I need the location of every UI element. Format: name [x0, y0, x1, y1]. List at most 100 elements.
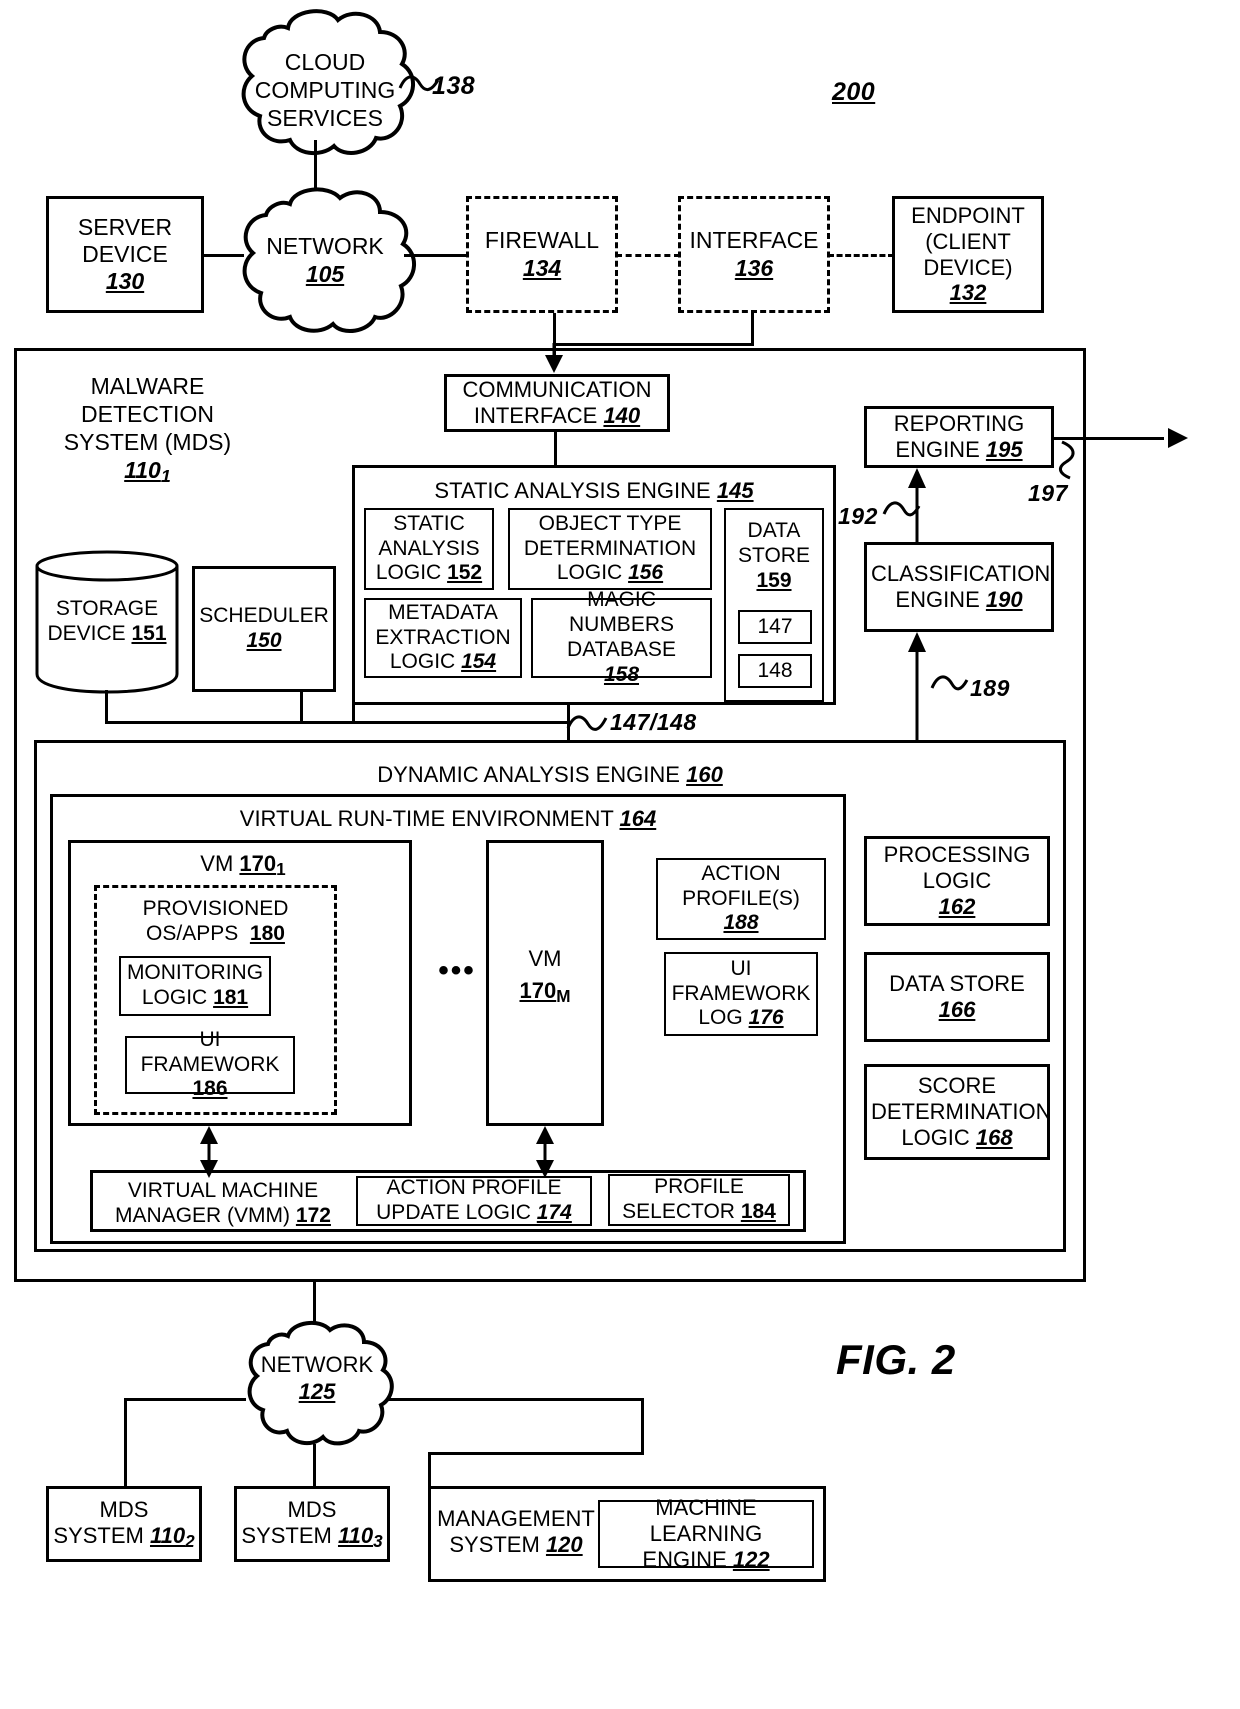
- server-device-box[interactable]: SERVER DEVICE 130: [46, 196, 204, 313]
- monitoring-logic-box[interactable]: MONITORING LOGIC 181: [119, 956, 271, 1016]
- processing-logic-box[interactable]: PROCESSING LOGIC 162: [864, 836, 1050, 926]
- action-profiles-label: ACTION PROFILE(S) 188: [658, 862, 824, 936]
- scheduler-box[interactable]: SCHEDULER 150: [192, 566, 336, 692]
- interface-box[interactable]: INTERFACE 136: [678, 196, 830, 313]
- vm1-num: 1701: [239, 851, 285, 879]
- action-profile-update-logic-box[interactable]: ACTION PROFILE UPDATE LOGIC 174: [356, 1176, 592, 1226]
- pl-num: 162: [938, 893, 976, 919]
- vmM-num-base: 170: [519, 977, 557, 1003]
- ml-engine-label: MACHINE LEARNING ENGINE 122: [600, 1495, 812, 1573]
- provisioned-os-apps-box[interactable]: PROVISIONED OS/APPS 180 MONITORING LOGIC…: [94, 885, 337, 1115]
- action-profiles-box[interactable]: ACTION PROFILE(S) 188: [656, 858, 826, 940]
- mle-line1: MACHINE LEARNING: [649, 1495, 763, 1547]
- classification-engine-box[interactable]: CLASSIFICATION ENGINE 190: [864, 542, 1054, 632]
- endpoint-line1: ENDPOINT: [911, 202, 1025, 228]
- mel-line2: EXTRACTION: [375, 625, 511, 649]
- static-analysis-engine-title: STATIC ANALYSIS ENGINE 145: [352, 478, 836, 505]
- endpoint-label: ENDPOINT (CLIENT DEVICE) 132: [895, 203, 1041, 307]
- prov-num: 180: [249, 922, 285, 946]
- vmm-line1: VIRTUAL MACHINE: [127, 1179, 319, 1202]
- data-store-item-148[interactable]: 148: [738, 654, 812, 688]
- mnd-line3: DATABASE: [567, 638, 676, 661]
- ui-framework-log-box[interactable]: UI FRAMEWORK LOG 176: [664, 952, 818, 1036]
- storage-device-cylinder[interactable]: STORAGE DEVICE 151: [34, 548, 180, 694]
- mds-system-110-3-box[interactable]: MDS SYSTEM 1103: [234, 1486, 390, 1562]
- uifl-num: 176: [748, 1006, 784, 1030]
- provisioned-os-apps-label: PROVISIONED OS/APPS 180: [97, 896, 334, 946]
- uif-line1: UI FRAMEWORK: [140, 1027, 280, 1076]
- object-type-determination-logic-box[interactable]: OBJECT TYPE DETERMINATION LOGIC 156: [508, 508, 712, 590]
- score-logic-label: SCORE DETERMINATION LOGIC 168: [867, 1073, 1051, 1151]
- management-drop-line: [428, 1452, 431, 1488]
- vm-170-1-box[interactable]: VM 1701 PROVISIONED OS/APPS 180 MONITORI…: [68, 840, 412, 1126]
- vmm-label: VIRTUAL MACHINE MANAGER (VMM) 172: [98, 1178, 348, 1228]
- endpoint-client-device-box[interactable]: ENDPOINT (CLIENT DEVICE) 132: [892, 196, 1044, 313]
- mgmt-line1: MANAGEMENT: [437, 1506, 595, 1531]
- uifl-line3: LOG: [698, 1006, 743, 1030]
- machine-learning-engine-box[interactable]: MACHINE LEARNING ENGINE 122: [598, 1495, 814, 1572]
- mds-title-line2: DETECTION: [81, 401, 214, 428]
- communication-interface-box[interactable]: COMMUNICATION INTERFACE 140: [444, 374, 670, 432]
- mds-system-110-2-box[interactable]: MDS SYSTEM 1102: [46, 1486, 202, 1562]
- sds-line1: DATA: [747, 519, 801, 542]
- static-data-store-label: DATA STORE 159: [726, 518, 822, 594]
- otl-line1: OBJECT TYPE: [538, 511, 682, 535]
- metadata-extraction-logic-box[interactable]: METADATA EXTRACTION LOGIC 154: [364, 598, 522, 678]
- mds-num: 1101: [124, 457, 171, 487]
- dynamic-data-store-box[interactable]: DATA STORE 166: [864, 952, 1050, 1042]
- ap-line2: PROFILE(S): [682, 886, 800, 910]
- static-data-store-box[interactable]: DATA STORE 159 147 148: [724, 508, 824, 702]
- ce-line2: ENGINE: [895, 587, 980, 612]
- ref-138: 138: [432, 72, 476, 100]
- mds-to-network-125-line: [313, 1282, 316, 1324]
- otl-line2: DETERMINATION: [523, 536, 697, 560]
- vm-170-1-label: VM 1701: [71, 851, 415, 879]
- storage-line2: DEVICE: [47, 622, 126, 646]
- mle-num: 122: [732, 1546, 770, 1572]
- ref-147-148-squiggle-icon: [566, 715, 608, 731]
- network-125-text: NETWORK: [260, 1352, 374, 1377]
- interface-drop-line: [751, 313, 754, 343]
- ps-line1: PROFILE: [654, 1175, 744, 1199]
- static-analysis-logic-box[interactable]: STATIC ANALYSIS LOGIC 152: [364, 508, 494, 590]
- data-store-item-147[interactable]: 147: [738, 610, 812, 644]
- arrow-dae-to-classification: [908, 632, 926, 752]
- score-determination-logic-box[interactable]: SCORE DETERMINATION LOGIC 168: [864, 1064, 1051, 1160]
- vmm-num: 172: [295, 1204, 331, 1228]
- static-analysis-logic-label: STATIC ANALYSIS LOGIC 152: [366, 512, 492, 586]
- ref-147-148: 147/148: [610, 709, 697, 735]
- ce-line1: CLASSIFICATION: [871, 561, 1051, 587]
- mds2-num: 1102: [150, 1523, 195, 1551]
- vrte-num: 164: [619, 806, 657, 831]
- scheduler-label: SCHEDULER 150: [195, 604, 333, 654]
- network-right-branch: [386, 1398, 644, 1401]
- profile-selector-box[interactable]: PROFILE SELECTOR 184: [608, 1174, 790, 1226]
- reporting-engine-label: REPORTING ENGINE 195: [867, 411, 1051, 463]
- mds2-label: MDS SYSTEM 1102: [49, 1497, 199, 1551]
- diagram-ref-200: 200: [832, 78, 876, 106]
- apul-num: 174: [536, 1201, 572, 1224]
- mds-num-sub: 1: [160, 466, 171, 487]
- cloud-to-network-line: [314, 140, 317, 188]
- vm-170-M-box[interactable]: VM 170M: [486, 840, 604, 1126]
- dds-num: 166: [938, 997, 976, 1022]
- sl-line1: SCORE: [917, 1073, 997, 1099]
- re-num: 195: [985, 437, 1023, 462]
- ui-framework-label: UI FRAMEWORK 186: [127, 1028, 293, 1102]
- server-device-line1: SERVER: [77, 213, 173, 240]
- mds2-line1: MDS: [99, 1497, 149, 1523]
- network-to-firewall-line: [404, 254, 466, 257]
- mnd-num: 158: [603, 662, 640, 686]
- scheduler-num: 150: [246, 629, 282, 652]
- interface-text: INTERFACE: [689, 227, 819, 254]
- mds-num-base: 110: [124, 457, 161, 484]
- apul-line2: UPDATE LOGIC: [376, 1201, 531, 1224]
- comm-if-to-sae-line: [554, 432, 557, 466]
- ui-framework-box[interactable]: UI FRAMEWORK 186: [125, 1028, 295, 1100]
- network-105-num: 105: [305, 261, 345, 288]
- firewall-box[interactable]: FIREWALL 134: [466, 196, 618, 313]
- magic-numbers-database-box[interactable]: MAGIC NUMBERS DATABASE 158: [531, 588, 712, 686]
- vrte-title: VIRTUAL RUN-TIME ENVIRONMENT 164: [50, 806, 846, 833]
- reporting-engine-box[interactable]: REPORTING ENGINE 195: [864, 406, 1054, 468]
- mnd-line2: NUMBERS: [568, 613, 674, 637]
